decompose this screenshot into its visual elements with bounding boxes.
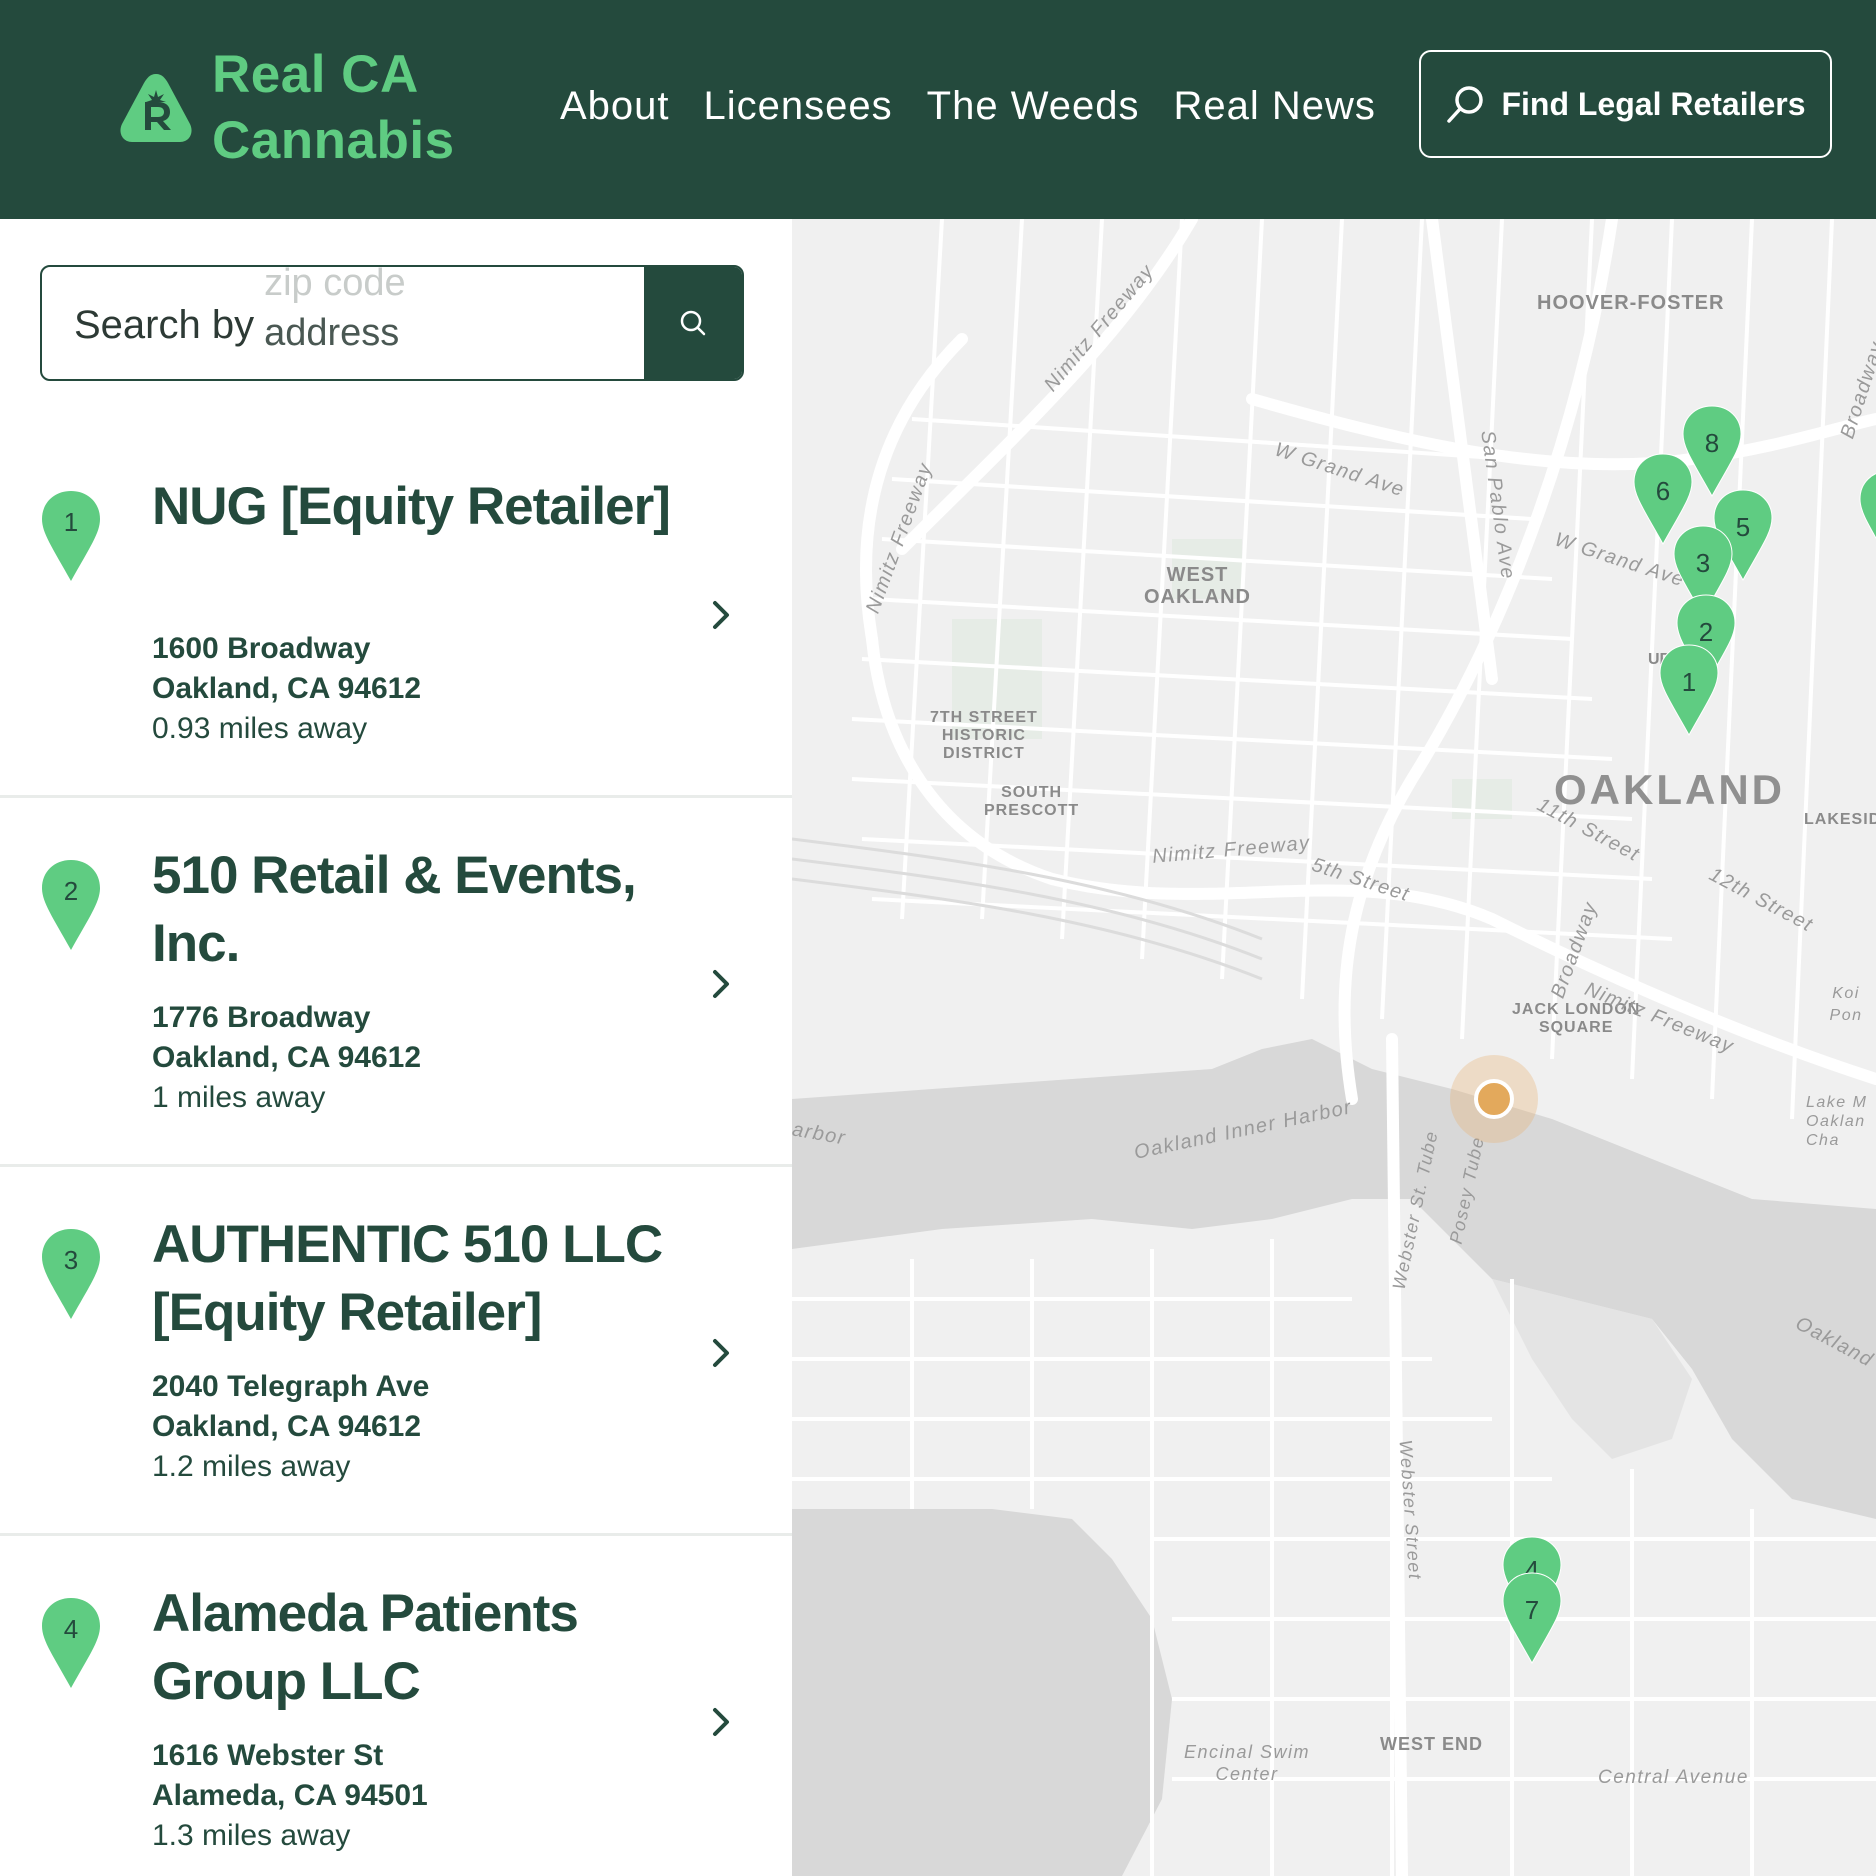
site-header: Real CA Cannabis About Licensees The Wee… [0, 0, 1876, 219]
retailer-city: Oakland, CA 94612 [152, 1041, 422, 1074]
retailer-city: Oakland, CA 94612 [152, 672, 422, 705]
pin-number: 2 [63, 876, 79, 906]
map-label-line: 7TH STREET [930, 709, 1038, 726]
map-label-lake-merritt: Lake M Oaklan Cha [1806, 1093, 1867, 1150]
retailer-name[interactable]: AUTHENTIC 510 LLC [Equity Retailer] [152, 1211, 672, 1347]
find-legal-retailers-button[interactable]: Find Legal Retailers [1419, 50, 1832, 158]
retailer-name[interactable]: NUG [Equity Retailer] [152, 473, 672, 541]
retailer-list-item[interactable]: 4 Alameda Patients Group LLC 1616 Webste… [0, 1536, 792, 1876]
retailer-list-item[interactable]: 3 AUTHENTIC 510 LLC [Equity Retailer] 20… [0, 1167, 792, 1536]
map-label-line: Encinal Swim [1184, 1742, 1311, 1762]
map-label-west-end: WEST END [1380, 1734, 1484, 1754]
map-label-line: Lake M [1806, 1094, 1868, 1111]
retailer-distance: 1.2 miles away [152, 1450, 351, 1483]
map-label-line: OAKLAND [1144, 586, 1251, 608]
pin-number: 3 [63, 1245, 79, 1275]
map-label-7th-street: 7TH STREET HISTORIC DISTRICT [930, 709, 1038, 763]
retailer-list: 1 NUG [Equity Retailer] 1600 Broadway Oa… [0, 429, 792, 1876]
chevron-right-icon[interactable] [706, 595, 736, 635]
retailer-address: 1776 Broadway Oakland, CA 94612 [152, 998, 421, 1078]
map-label-west-oakland: WEST OAKLAND [1144, 564, 1251, 608]
map-label-line: Oaklan [1806, 1113, 1866, 1130]
map-label-line: Center [1215, 1764, 1279, 1784]
search-placeholder-current: address [264, 311, 400, 354]
cannabis-leaf-r-icon [120, 74, 192, 142]
map-pin-number: 7 [1524, 1595, 1540, 1625]
retailer-city: Alameda, CA 94501 [152, 1779, 428, 1812]
logo-text: Real CA Cannabis [212, 42, 455, 174]
pin-number: 1 [63, 507, 79, 537]
retailer-street: 2040 Telegraph Ave [152, 1370, 430, 1403]
map-label-line: SOUTH [1001, 784, 1063, 801]
retailer-list-item[interactable]: 1 NUG [Equity Retailer] 1600 Broadway Oa… [0, 429, 792, 798]
logo-line-1: Real CA [212, 45, 419, 104]
map-label-encinal: Encinal Swim Center [1184, 1741, 1310, 1785]
map-pin-number: 1 [1681, 667, 1697, 697]
retailer-address: 1616 Webster St Alameda, CA 94501 [152, 1736, 428, 1816]
retailer-address: 1600 Broadway Oakland, CA 94612 [152, 629, 421, 709]
map-label-line: SQUARE [1538, 1019, 1614, 1036]
find-button-label: Find Legal Retailers [1501, 85, 1806, 122]
pin-number: 4 [63, 1614, 79, 1644]
retailer-list-panel: Search by zip code address 1 NUG [Equity… [0, 219, 792, 1876]
search-prefix: Search by [74, 303, 255, 347]
nav-real-news[interactable]: Real News [1173, 78, 1375, 134]
retailer-city: Oakland, CA 94612 [152, 1410, 422, 1443]
chevron-right-icon[interactable] [706, 964, 736, 1004]
search-submit-button[interactable] [644, 267, 742, 379]
retailer-street: 1776 Broadway [152, 1001, 371, 1034]
retailer-distance: 1.3 miles away [152, 1819, 351, 1852]
search-icon [680, 310, 706, 336]
site-logo[interactable]: Real CA Cannabis [118, 42, 455, 174]
nav-licensees[interactable]: Licensees [704, 78, 893, 134]
map-label-koi-pond: Koi Pon [1829, 985, 1863, 1024]
search-placeholder-prev: zip code [264, 265, 406, 304]
retailer-distance: 1 miles away [152, 1081, 326, 1114]
search-icon [1447, 86, 1484, 123]
map-pin-number: 3 [1695, 548, 1711, 578]
logo-line-2: Cannabis [212, 111, 455, 170]
retailer-map[interactable]: HOOVER-FOSTER WEST OAKLAND 7TH STREET HI… [792, 219, 1876, 1876]
user-location-dot [1474, 1079, 1514, 1119]
map-label-line: Cha [1806, 1132, 1840, 1149]
retailer-name[interactable]: Alameda Patients Group LLC [152, 1580, 672, 1716]
map-label-line: HISTORIC [941, 727, 1026, 744]
retailer-name[interactable]: 510 Retail & Events, Inc. [152, 842, 672, 978]
map-pin-icon[interactable] [1858, 469, 1876, 563]
map-label-line: DISTRICT [943, 745, 1025, 762]
search-box[interactable]: Search by zip code address [40, 265, 744, 381]
map-label-oakland: OAKLAND [1554, 766, 1785, 813]
retailer-address: 2040 Telegraph Ave Oakland, CA 94612 [152, 1367, 429, 1447]
nav-about[interactable]: About [560, 78, 670, 134]
map-label-central-avenue: Central Avenue [1598, 1767, 1749, 1788]
map-label-hoover-foster: HOOVER-FOSTER [1537, 292, 1725, 314]
map-pin-number: 6 [1655, 476, 1671, 506]
nav-the-weeds[interactable]: The Weeds [927, 78, 1140, 134]
retailer-list-item[interactable]: 2 510 Retail & Events, Inc. 1776 Broadwa… [0, 798, 792, 1167]
map-label-line: PRESCOTT [984, 802, 1080, 819]
chevron-right-icon[interactable] [706, 1333, 736, 1373]
retailer-distance: 0.93 miles away [152, 712, 368, 745]
map-label-south-prescott: SOUTH PRESCOTT [984, 784, 1079, 820]
search-placeholder-rotator: zip code address [264, 267, 424, 354]
map-label-line: WEST [1166, 564, 1229, 586]
search-input[interactable]: Search by zip code address [74, 267, 424, 354]
retailer-street: 1616 Webster St [152, 1739, 384, 1772]
map-label-lakeside: LAKESID [1804, 811, 1876, 828]
chevron-right-icon[interactable] [706, 1702, 736, 1742]
main-nav: About Licensees The Weeds Real News [560, 78, 1410, 134]
retailer-street: 1600 Broadway [152, 632, 371, 665]
